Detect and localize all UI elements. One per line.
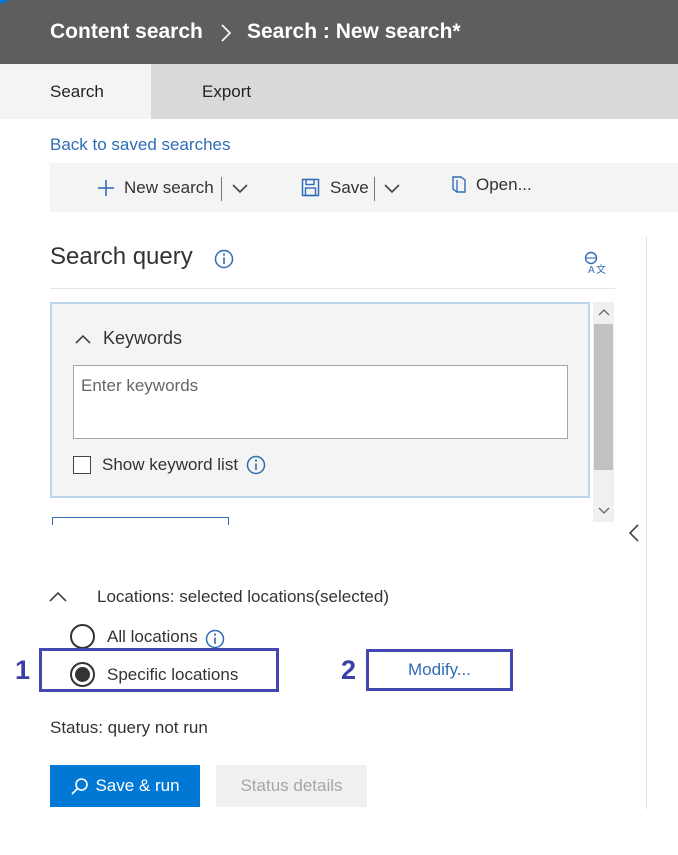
header-accent <box>0 0 7 3</box>
info-icon[interactable] <box>246 455 266 475</box>
status-details-button: Status details <box>216 765 367 807</box>
radio-button-selected[interactable] <box>70 662 95 687</box>
tab-search[interactable]: Search <box>0 64 151 119</box>
floppy-disk-icon <box>301 178 320 197</box>
panel-divider <box>646 237 647 809</box>
info-icon[interactable] <box>214 249 234 269</box>
modify-locations-link[interactable]: Modify... <box>366 649 513 691</box>
all-locations-label: All locations <box>107 626 198 646</box>
scrollbar-thumb[interactable] <box>594 324 613 470</box>
back-to-saved-searches-link[interactable]: Back to saved searches <box>50 135 230 155</box>
svg-text:文: 文 <box>596 263 606 275</box>
radio-dot <box>75 667 90 682</box>
tab-bar: Search Export <box>0 64 678 119</box>
search-icon <box>71 777 89 795</box>
tab-export[interactable]: Export <box>202 64 251 119</box>
status-text: Status: query not run <box>50 718 208 737</box>
section-divider <box>50 288 615 289</box>
chevron-up-icon <box>75 334 91 344</box>
new-search-dropdown-chevron-icon[interactable] <box>231 179 249 197</box>
locations-toggle[interactable]: Locations: selected locations(selected) <box>48 587 389 607</box>
app-header: Content search Search : New search* <box>0 0 678 64</box>
show-keyword-list-label: Show keyword list <box>102 455 239 474</box>
keywords-input[interactable] <box>73 365 568 439</box>
save-label: Save <box>330 177 369 197</box>
toolbar-divider <box>374 177 375 201</box>
save-and-run-button[interactable]: Save & run <box>50 765 200 807</box>
checkbox-box[interactable] <box>73 456 91 474</box>
vertical-scrollbar[interactable] <box>593 302 614 522</box>
radio-button[interactable] <box>70 624 95 649</box>
status-details-label: Status details <box>240 776 343 795</box>
keywords-panel: Keywords Show keyword list <box>50 302 590 498</box>
specific-locations-label: Specific locations <box>107 664 239 684</box>
save-and-run-label: Save & run <box>95 776 180 795</box>
breadcrumb-content-search[interactable]: Content search <box>50 20 203 44</box>
toolbar: New search Save Open... <box>50 163 678 212</box>
breadcrumb-current: Search : New search* <box>247 20 461 43</box>
scroll-down-arrow-icon[interactable] <box>593 502 614 520</box>
toolbar-divider <box>221 177 222 201</box>
svg-text:A: A <box>588 265 595 275</box>
clipped-button-outline[interactable] <box>52 517 229 525</box>
new-search-button[interactable]: New search <box>96 163 214 212</box>
open-label: Open... <box>476 174 532 194</box>
scroll-up-arrow-icon[interactable] <box>593 303 614 321</box>
new-search-label: New search <box>124 177 214 197</box>
show-keyword-list-checkbox[interactable]: Show keyword list <box>73 455 266 475</box>
info-icon[interactable] <box>205 629 225 649</box>
callout-number-1: 1 <box>15 655 31 685</box>
language-translate-icon[interactable]: A文 <box>583 251 609 275</box>
save-dropdown-chevron-icon[interactable] <box>383 179 401 197</box>
search-query-heading: Search query <box>50 243 193 270</box>
plus-icon <box>98 179 114 196</box>
radio-all-locations[interactable]: All locations <box>70 624 225 649</box>
keywords-toggle[interactable]: Keywords <box>74 328 182 349</box>
save-button[interactable]: Save <box>301 163 369 212</box>
open-book-icon <box>452 176 466 193</box>
breadcrumb-chevron-icon <box>221 24 232 42</box>
locations-label: Locations: selected locations(selected) <box>97 587 389 606</box>
keywords-label: Keywords <box>103 328 183 348</box>
open-button[interactable]: Open... <box>451 160 532 209</box>
chevron-up-icon <box>49 591 67 602</box>
collapse-panel-chevron-icon[interactable] <box>626 522 642 544</box>
callout-number-2: 2 <box>341 655 357 685</box>
radio-specific-locations[interactable]: Specific locations <box>70 662 238 687</box>
